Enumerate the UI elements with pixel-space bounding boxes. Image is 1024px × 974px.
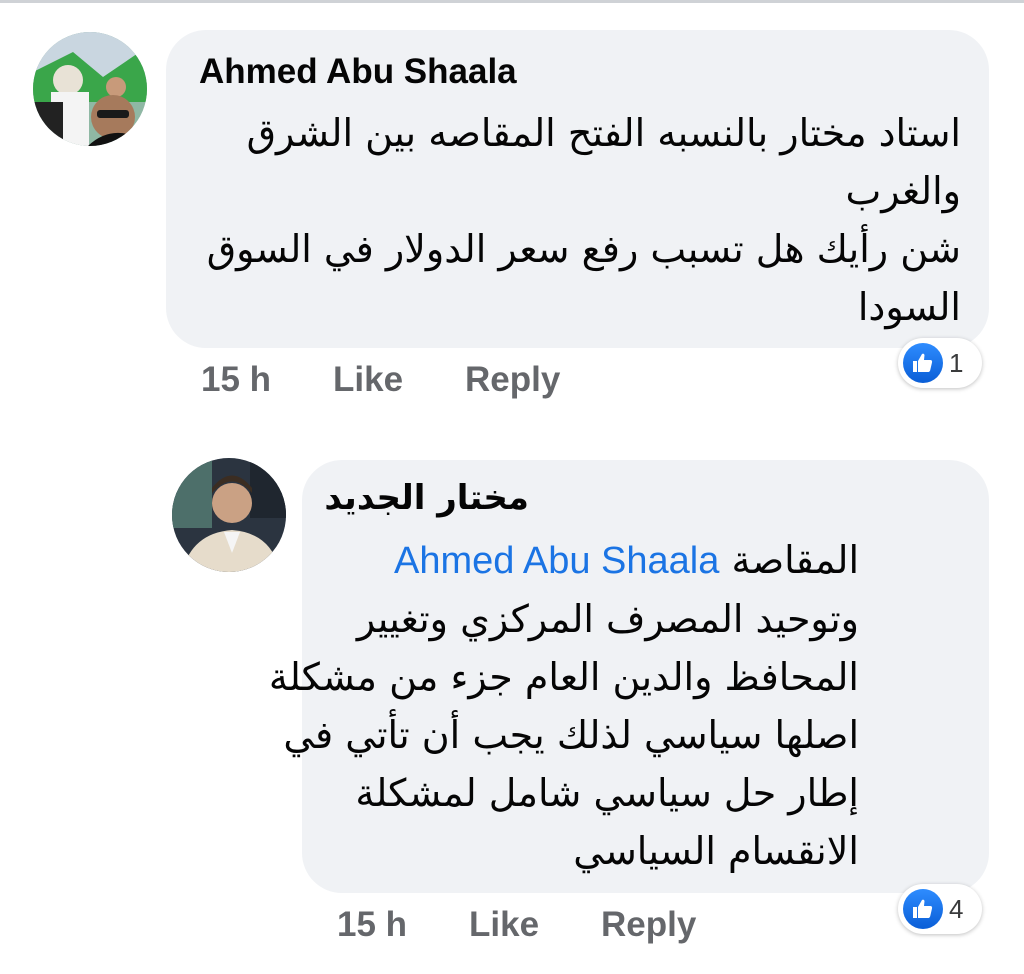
comment-text-line: استاد مختار بالنسبه الفتح المقاصه بين ال…: [246, 111, 961, 155]
comment-author[interactable]: Ahmed Abu Shaala: [199, 52, 517, 92]
comment-timestamp[interactable]: 15 h: [337, 905, 407, 945]
reaction-count: 4: [949, 893, 964, 924]
comment-body: المقاصة Ahmed Abu Shaala وتوحيد المصرف ا…: [269, 531, 859, 880]
comment-text-line: وتوحيد المصرف المركزي وتغيير: [356, 597, 859, 641]
reaction-count: 1: [949, 347, 964, 378]
comment-text-segment: المقاصة: [731, 538, 859, 582]
comment-timestamp[interactable]: 15 h: [201, 360, 271, 400]
reaction-summary[interactable]: 1: [898, 338, 982, 388]
like-button[interactable]: Like: [469, 905, 539, 945]
comment-text-line: المحافظ والدين العام جزء من مشكلة: [268, 655, 859, 699]
mention-link[interactable]: Ahmed Abu Shaala: [394, 540, 719, 582]
like-button[interactable]: Like: [333, 360, 403, 400]
like-icon: [903, 343, 943, 383]
comment-body: استاد مختار بالنسبه الفتح المقاصه بين ال…: [207, 104, 961, 336]
reply-button[interactable]: Reply: [465, 360, 560, 400]
reply-button[interactable]: Reply: [601, 905, 696, 945]
comment-text-line: اصلها سياسي لذلك يجب أن تأتي في: [283, 713, 859, 757]
reaction-summary[interactable]: 4: [898, 884, 982, 934]
comment-text-line: إطار حل سياسي شامل لمشكلة: [355, 771, 859, 815]
comment-text-line: المقاصة Ahmed Abu Shaala: [269, 531, 859, 590]
comment-text-line: شن رأيك هل تسبب رفع سعر الدولار في السوق: [206, 227, 961, 271]
top-divider: [0, 0, 1024, 3]
avatar-photo: [33, 32, 147, 146]
comment-text-line: الانقسام السياسي: [573, 829, 859, 873]
avatar[interactable]: [33, 32, 147, 146]
comment-text-line: والغرب: [845, 169, 961, 213]
like-icon: [903, 889, 943, 929]
comment-author[interactable]: مختار الجديد: [324, 478, 529, 518]
comment-text-line: السودا: [857, 285, 961, 329]
